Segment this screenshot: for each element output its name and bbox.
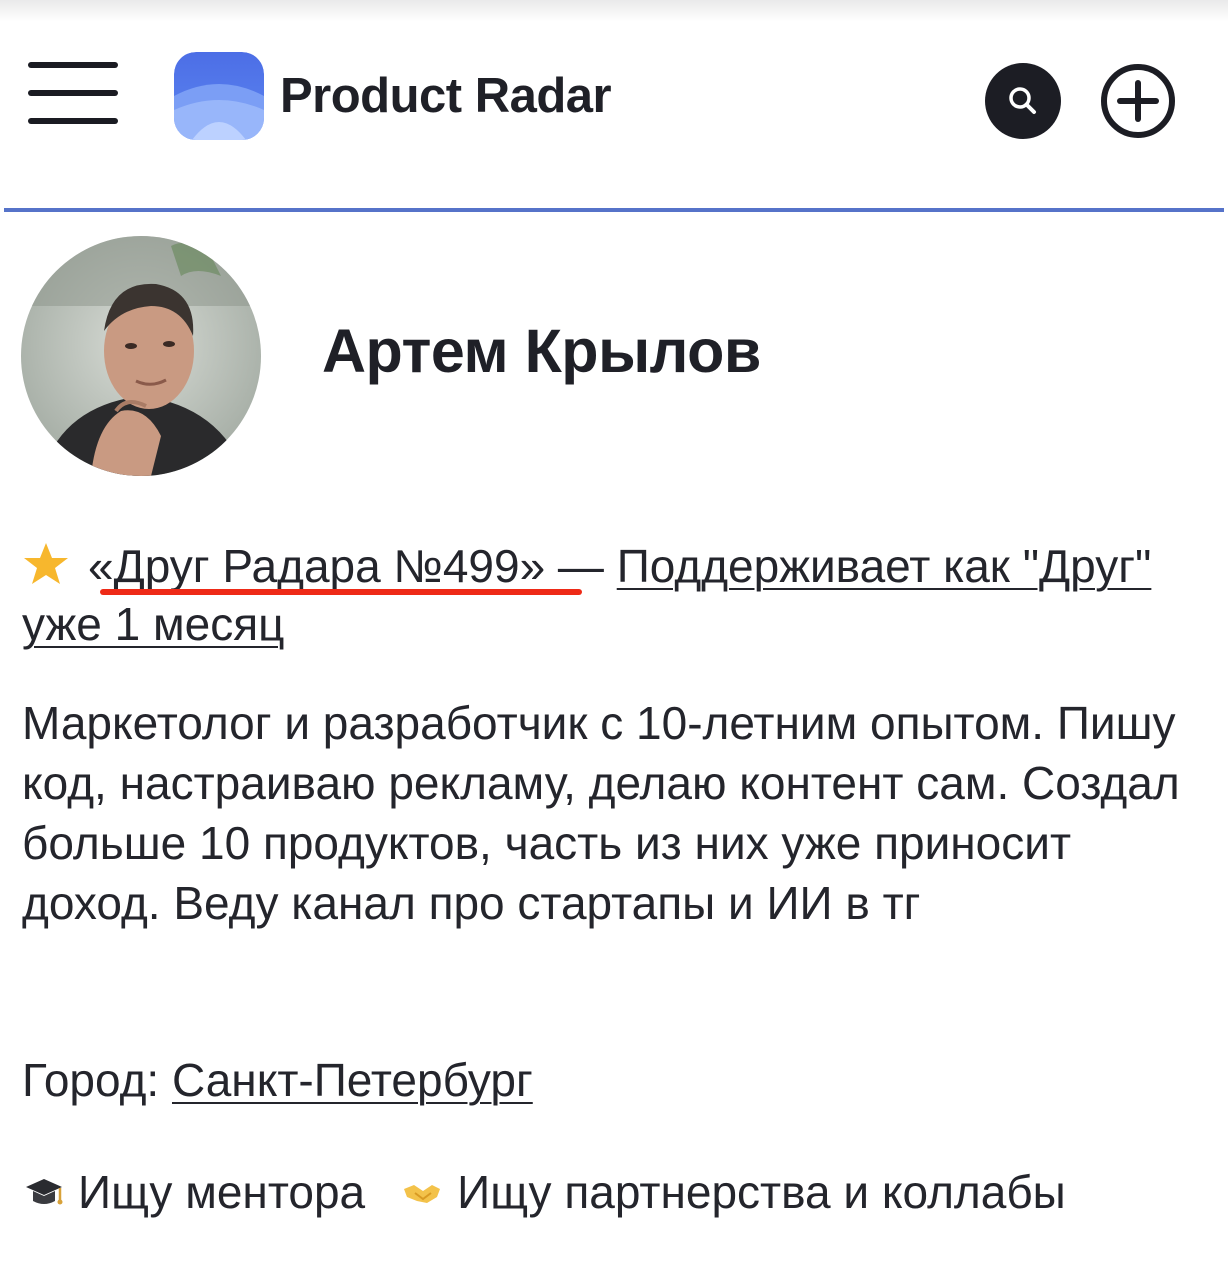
product-radar-logo-icon [174,52,264,140]
plus-circle-icon[interactable] [1099,62,1177,140]
profile-bio: Маркетолог и разработчик с 10-летним опы… [22,697,1180,929]
friend-title: «Друг Радара №499» [88,540,546,592]
graduation-cap-icon [26,1179,63,1205]
app-name: Product Radar [280,69,612,123]
city-row: Город: Санкт-Петербург [22,1052,533,1108]
profile-name: Артем Крылов [322,317,761,385]
search-icon[interactable] [985,63,1061,139]
header-divider [4,208,1224,212]
tag-label: Ищу ментора [78,1166,366,1218]
city-link[interactable]: Санкт-Петербург [172,1054,533,1106]
highlight-underline [100,589,582,595]
tag-label: Ищу партнерства и коллабы [457,1166,1066,1218]
tag-mentor: Ищу ментора [22,1164,365,1220]
handshake-icon [404,1185,441,1203]
logo-link[interactable]: Product Radar [174,52,612,140]
badge-separator: — [545,540,617,592]
city-label: Город: [22,1054,160,1106]
hamburger-menu-icon[interactable] [28,58,120,130]
tag-partnership: Ищу партнерства и коллабы [401,1164,1066,1220]
app-header: Product Radar [0,0,1228,206]
status-bar-shadow [0,0,1228,22]
star-icon [24,543,68,584]
tags-row: Ищу ментора Ищу партнерства и коллабы [22,1164,1102,1220]
avatar [21,236,261,476]
friend-badge: «Друг Радара №499» — Поддерживает как "Д… [22,537,1212,653]
